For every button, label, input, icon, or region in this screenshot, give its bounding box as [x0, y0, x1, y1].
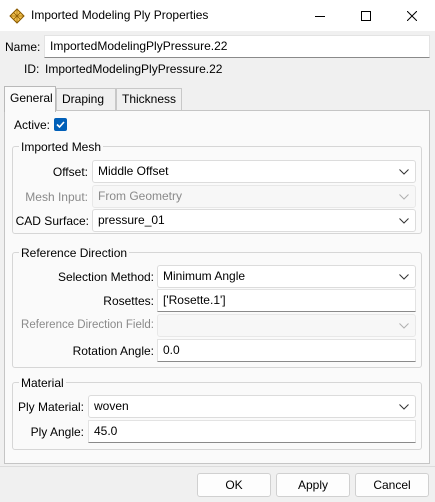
rosettes-label: Rosettes: — [103, 294, 154, 308]
chevron-down-icon — [399, 169, 409, 175]
window-title: Imported Modeling Ply Properties — [31, 8, 209, 22]
name-field[interactable]: ImportedModelingPlyPressure.22 — [44, 35, 430, 58]
id-label: ID: — [24, 62, 40, 76]
ok-button[interactable]: OK — [197, 473, 271, 497]
offset-label: Offset: — [52, 165, 88, 179]
tab-general-label: General — [10, 91, 53, 105]
imported-mesh-title: Imported Mesh — [19, 140, 104, 154]
reference-direction-field-label: Reference Direction Field: — [21, 319, 154, 331]
chevron-down-icon — [399, 323, 409, 329]
chevron-down-icon — [399, 274, 409, 280]
cad-surface-label: CAD Surface: — [15, 214, 89, 228]
rotation-angle-field[interactable]: 0.0 — [157, 339, 416, 362]
cancel-button[interactable]: Cancel — [355, 473, 429, 497]
selection-method-label: Selection Method: — [57, 270, 154, 284]
ply-icon — [9, 8, 25, 24]
selection-method-select[interactable]: Minimum Angle — [157, 265, 416, 288]
tab-draping[interactable]: Draping — [56, 88, 116, 110]
apply-button[interactable]: Apply — [276, 473, 350, 497]
cad-surface-value: pressure_01 — [98, 213, 165, 227]
checkmark-icon — [56, 121, 65, 129]
offset-select[interactable]: Middle Offset — [92, 160, 416, 183]
minimize-icon — [315, 15, 325, 17]
ply-angle-label: Ply Angle: — [30, 425, 84, 439]
rotation-angle-label: Rotation Angle: — [72, 344, 154, 358]
maximize-icon — [361, 10, 371, 21]
offset-value: Middle Offset — [98, 164, 169, 178]
chevron-down-icon — [399, 194, 409, 200]
name-label: Name: — [5, 40, 41, 54]
active-checkbox[interactable] — [54, 118, 67, 131]
tab-thickness-label: Thickness — [122, 92, 177, 106]
cad-surface-select[interactable]: pressure_01 — [92, 209, 416, 232]
reference-direction-title: Reference Direction — [19, 246, 130, 260]
mesh-input-select: From Geometry — [92, 185, 416, 208]
selection-method-value: Minimum Angle — [163, 269, 246, 283]
ply-angle-field[interactable]: 45.0 — [88, 420, 416, 443]
rosettes-field[interactable]: ['Rosette.1'] — [157, 289, 416, 312]
id-value: ImportedModelingPlyPressure.22 — [45, 62, 223, 76]
title-bar: Imported Modeling Ply Properties — [0, 0, 435, 31]
minimize-button[interactable] — [297, 0, 343, 31]
reference-direction-field-select — [157, 314, 416, 337]
ply-material-select[interactable]: woven — [88, 395, 416, 418]
close-icon — [407, 10, 417, 21]
maximize-button[interactable] — [343, 0, 389, 31]
active-label: Active: — [14, 118, 51, 132]
close-button[interactable] — [389, 0, 435, 31]
chevron-down-icon — [399, 404, 409, 410]
tab-draping-label: Draping — [62, 92, 105, 106]
mesh-input-value: From Geometry — [98, 189, 183, 203]
tab-thickness[interactable]: Thickness — [116, 88, 182, 110]
tab-general[interactable]: General — [4, 86, 56, 112]
ply-material-label: Ply Material: — [17, 400, 84, 414]
mesh-input-label: Mesh Input: — [25, 190, 88, 204]
chevron-down-icon — [399, 218, 409, 224]
footer-divider — [0, 466, 435, 467]
ply-material-value: woven — [94, 399, 129, 413]
material-title: Material — [19, 376, 66, 390]
